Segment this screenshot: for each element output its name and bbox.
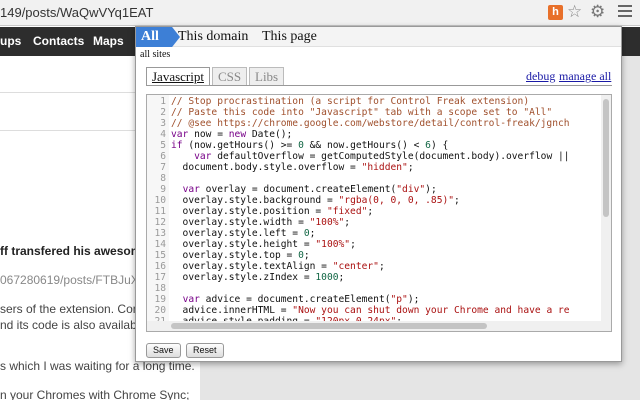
line-number: 19 bbox=[154, 294, 166, 305]
line-number: 2 bbox=[160, 107, 166, 118]
line-number: 20 bbox=[154, 305, 166, 316]
code-text[interactable]: // @see https://chrome.google.com/websto… bbox=[171, 118, 570, 129]
code-line[interactable]: 15 overlay.style.top = 0; bbox=[147, 250, 611, 261]
line-number: 17 bbox=[154, 272, 166, 283]
code-text[interactable]: // Stop procrastination (a script for Co… bbox=[171, 96, 529, 107]
code-text[interactable]: var defaultOverflow = getComputedStyle(d… bbox=[171, 151, 569, 162]
line-number: 13 bbox=[154, 228, 166, 239]
code-line[interactable]: 19 var advice = document.createElement("… bbox=[147, 294, 611, 305]
code-text[interactable]: var now = new Date(); bbox=[171, 129, 292, 140]
code-line[interactable]: 3 // @see https://chrome.google.com/webst… bbox=[147, 118, 611, 129]
manage-all-link[interactable]: manage all bbox=[559, 69, 611, 84]
code-text[interactable]: // Paste this code into "Javascript" tab… bbox=[171, 107, 552, 118]
line-number: 6 bbox=[160, 151, 166, 162]
code-text[interactable]: overlay.style.position = "fixed"; bbox=[171, 206, 374, 217]
vertical-scrollbar[interactable] bbox=[601, 95, 611, 323]
line-number: 7 bbox=[160, 162, 166, 173]
code-text[interactable]: overlay.style.zIndex = 1000; bbox=[171, 272, 345, 283]
tab-css[interactable]: CSS bbox=[212, 67, 248, 86]
code-line[interactable]: 5 if (now.getHours() >= 0 && now.getHours… bbox=[147, 140, 611, 151]
bookmark-star-icon[interactable]: ☆ bbox=[567, 2, 582, 22]
code-line[interactable]: 10 overlay.style.background = "rgba(0, 0… bbox=[147, 195, 611, 206]
line-number: 16 bbox=[154, 261, 166, 272]
nav-item-apps[interactable]: ups bbox=[0, 34, 21, 48]
code-line[interactable]: 2 // Paste this code into "Javascript" ta… bbox=[147, 107, 611, 118]
horizontal-scroll-thumb[interactable] bbox=[171, 323, 487, 329]
code-text[interactable]: var overlay = document.createElement("di… bbox=[171, 184, 437, 195]
reset-button[interactable]: Reset bbox=[186, 343, 224, 358]
code-text[interactable]: overlay.style.left = 0; bbox=[171, 228, 316, 239]
control-freak-popup: All This domain This page all sites Java… bbox=[135, 26, 622, 362]
tab-javascript[interactable]: Javascript bbox=[146, 67, 210, 86]
code-text[interactable]: var advice = document.createElement("p")… bbox=[171, 294, 420, 305]
line-number: 12 bbox=[154, 217, 166, 228]
line-number: 9 bbox=[160, 184, 166, 195]
scope-description: all sites bbox=[140, 49, 171, 60]
code-editor[interactable]: 1 // Stop procrastination (a script for C… bbox=[146, 94, 612, 332]
code-line[interactable]: 16 overlay.style.textAlign = "center"; bbox=[147, 261, 611, 272]
post-text-line: n your Chromes with Chrome Sync; bbox=[0, 388, 190, 400]
code-line[interactable]: 7 document.body.style.overflow = "hidden… bbox=[147, 162, 611, 173]
code-text[interactable]: overlay.style.textAlign = "center"; bbox=[171, 261, 385, 272]
code-text[interactable]: if (now.getHours() >= 0 && now.getHours(… bbox=[171, 140, 448, 151]
code-text[interactable]: advice.innerHTML = "Now you can shut dow… bbox=[171, 305, 570, 316]
extension-h-icon[interactable]: h bbox=[548, 5, 563, 20]
code-line[interactable]: 4 var now = new Date(); bbox=[147, 129, 611, 140]
nav-item-maps[interactable]: Maps bbox=[93, 34, 124, 48]
line-number: 11 bbox=[154, 206, 166, 217]
code-line[interactable]: 8 bbox=[147, 173, 611, 184]
line-number: 8 bbox=[160, 173, 166, 184]
tab-underline bbox=[146, 85, 612, 86]
scope-tab-this-domain[interactable]: This domain bbox=[178, 27, 248, 47]
line-number: 4 bbox=[160, 129, 166, 140]
code-line[interactable]: 11 overlay.style.position = "fixed"; bbox=[147, 206, 611, 217]
code-line[interactable]: 14 overlay.style.height = "100%"; bbox=[147, 239, 611, 250]
control-freak-gear-icon[interactable]: ⚙ bbox=[590, 2, 605, 22]
save-button[interactable]: Save bbox=[146, 343, 181, 358]
vertical-scroll-thumb[interactable] bbox=[603, 99, 609, 217]
address-bar[interactable]: 149/posts/WaQwVYq1EAT h ☆ ⚙ bbox=[0, 0, 640, 26]
line-number: 1 bbox=[160, 96, 166, 107]
code-line[interactable]: 17 overlay.style.zIndex = 1000; bbox=[147, 272, 611, 283]
line-number: 14 bbox=[154, 239, 166, 250]
code-line[interactable]: 9 var overlay = document.createElement("… bbox=[147, 184, 611, 195]
scope-tab-all[interactable]: All bbox=[136, 27, 180, 47]
line-number: 10 bbox=[154, 195, 166, 206]
code-line[interactable]: 12 overlay.style.width = "100%"; bbox=[147, 217, 611, 228]
code-text[interactable]: overlay.style.top = 0; bbox=[171, 250, 310, 261]
line-number: 3 bbox=[160, 118, 166, 129]
code-line[interactable]: 20 advice.innerHTML = "Now you can shut … bbox=[147, 305, 611, 316]
line-number: 18 bbox=[154, 283, 166, 294]
code-line[interactable]: 1 // Stop procrastination (a script for C… bbox=[147, 96, 611, 107]
line-number: 15 bbox=[154, 250, 166, 261]
code-line[interactable]: 13 overlay.style.left = 0; bbox=[147, 228, 611, 239]
tab-libs[interactable]: Libs bbox=[249, 67, 285, 86]
code-text[interactable]: document.body.style.overflow = "hidden"; bbox=[171, 162, 414, 173]
scope-tab-bar: All This domain This page bbox=[136, 27, 621, 47]
scope-tab-this-page[interactable]: This page bbox=[262, 27, 317, 47]
menu-icon[interactable] bbox=[618, 5, 632, 19]
code-text[interactable]: overlay.style.background = "rgba(0, 0, 0… bbox=[171, 195, 460, 206]
code-line[interactable]: 18 bbox=[147, 283, 611, 294]
url-text[interactable]: 149/posts/WaQwVYq1EAT bbox=[0, 5, 153, 20]
code-text[interactable]: overlay.style.width = "100%"; bbox=[171, 217, 351, 228]
code-text[interactable]: overlay.style.height = "100%"; bbox=[171, 239, 356, 250]
code-line[interactable]: 6 var defaultOverflow = getComputedStyle… bbox=[147, 151, 611, 162]
debug-link[interactable]: debug bbox=[526, 69, 555, 84]
horizontal-scrollbar[interactable] bbox=[147, 321, 611, 331]
line-number: 5 bbox=[160, 140, 166, 151]
nav-item-contacts[interactable]: Contacts bbox=[33, 34, 84, 48]
